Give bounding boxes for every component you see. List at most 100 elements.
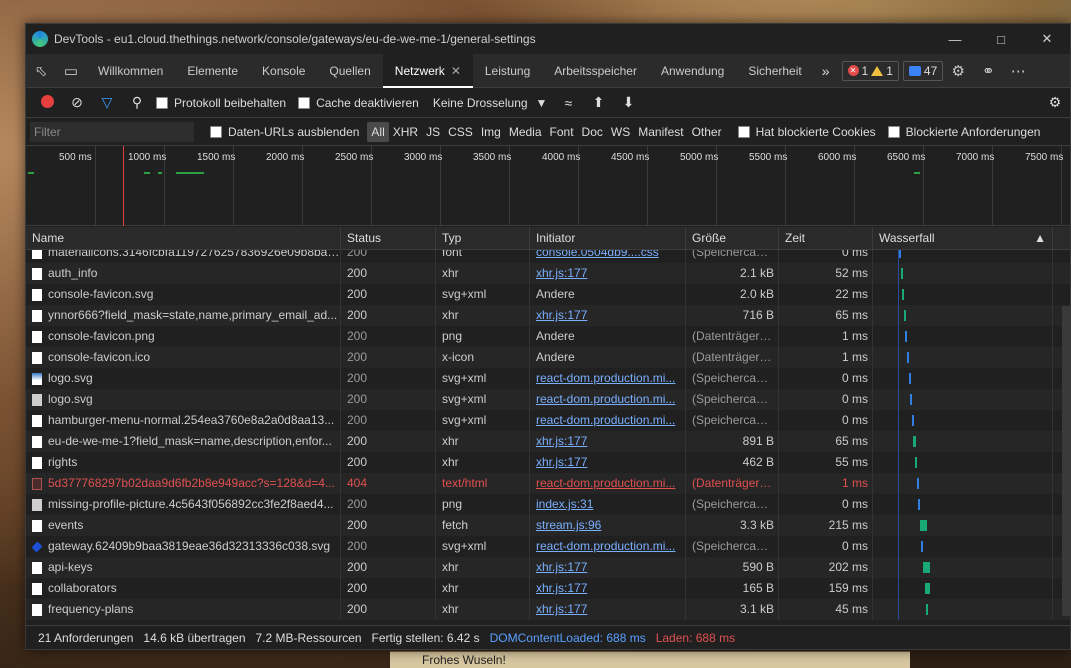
file-icon <box>32 582 42 595</box>
tab-anwendung[interactable]: Anwendung <box>649 54 736 88</box>
tick-label: 4000 ms <box>542 152 581 163</box>
filter-type-media[interactable]: Media <box>505 122 546 142</box>
import-har-icon[interactable]: ⬆ <box>583 94 613 111</box>
cell-time: 55 ms <box>779 452 873 473</box>
column-name[interactable]: Name <box>26 227 341 249</box>
cell-initiator[interactable]: xhr.js:177 <box>530 263 686 284</box>
clear-icon[interactable]: ⊘ <box>62 94 92 111</box>
table-row[interactable]: auth_info 200 xhr xhr.js:177 2.1 kB 52 ms <box>26 263 1070 284</box>
inspect-element-icon[interactable]: ⬁ <box>26 62 56 80</box>
blocked-cookies-checkbox[interactable]: Hat blockierte Cookies <box>737 125 876 139</box>
filter-type-other[interactable]: Other <box>688 122 726 142</box>
export-har-icon[interactable]: ⬇ <box>613 94 643 111</box>
file-icon <box>32 351 42 364</box>
table-row[interactable]: hamburger-menu-normal.254ea3760e8a2a0d8a… <box>26 410 1070 431</box>
error-warning-badge[interactable]: ✕ 1 1 <box>841 60 899 81</box>
scrollbar[interactable] <box>1062 306 1070 616</box>
table-row[interactable]: logo.svg 200 svg+xml react-dom.production.m… <box>26 368 1070 389</box>
filter-type-xhr[interactable]: XHR <box>389 122 422 142</box>
tab-konsole[interactable]: Konsole <box>250 54 317 88</box>
table-row[interactable]: console-favicon.png 200 png Andere (Datenträ… <box>26 326 1070 347</box>
table-row[interactable]: gateway.62409b9baa3819eae36d32313336c038… <box>26 536 1070 557</box>
tab-elemente[interactable]: Elemente <box>175 54 250 88</box>
cell-initiator[interactable]: react-dom.production.mi... <box>530 410 686 431</box>
table-row[interactable]: missing-profile-picture.4c5643f056892cc3… <box>26 494 1070 515</box>
column-size[interactable]: Größe <box>686 227 779 249</box>
record-icon <box>40 94 54 108</box>
table-row[interactable]: logo.svg 200 svg+xml react-dom.production.m… <box>26 389 1070 410</box>
column-type[interactable]: Typ <box>436 227 530 249</box>
cell-status: 200 <box>341 250 436 263</box>
filter-type-doc[interactable]: Doc <box>578 122 607 142</box>
cell-initiator[interactable]: react-dom.production.mi... <box>530 536 686 557</box>
column-initiator[interactable]: Initiator <box>530 227 686 249</box>
table-row[interactable]: rights 200 xhr xhr.js:177 462 B 55 ms <box>26 452 1070 473</box>
filter-type-manifest[interactable]: Manifest <box>634 122 687 142</box>
cell-initiator[interactable]: react-dom.production.mi... <box>530 473 686 494</box>
cell-initiator[interactable]: console.0504db9....css <box>530 250 686 263</box>
table-row[interactable]: events 200 fetch stream.js:96 3.3 kB 215 ms <box>26 515 1070 536</box>
table-row[interactable]: api-keys 200 xhr xhr.js:177 590 B 202 ms <box>26 557 1070 578</box>
cell-initiator[interactable]: xhr.js:177 <box>530 578 686 599</box>
table-row[interactable]: ynnor666?field_mask=state,name,primary_e… <box>26 305 1070 326</box>
settings-gear-icon[interactable]: ⚙ <box>943 62 973 80</box>
tab-arbeitsspeicher[interactable]: Arbeitsspeicher <box>542 54 649 88</box>
maximize-button[interactable]: □ <box>978 32 1024 47</box>
filter-input[interactable] <box>30 121 194 142</box>
hide-data-urls-checkbox[interactable]: Daten-URLs ausblenden <box>210 125 359 139</box>
table-row[interactable]: eu-de-we-me-1?field_mask=name,descriptio… <box>26 431 1070 452</box>
filter-type-img[interactable]: Img <box>477 122 505 142</box>
table-row[interactable]: console-favicon.svg 200 svg+xml Andere 2.0 k… <box>26 284 1070 305</box>
table-row[interactable]: 5d377768297b02daa9d6fb2b8e949acc?s=128&d… <box>26 473 1070 494</box>
device-toolbar-icon[interactable]: ▭ <box>56 62 86 80</box>
tab-netzwerk[interactable]: Netzwerk ✕ <box>382 53 473 88</box>
timeline-overview[interactable]: 500 ms 1000 ms 1500 ms 2000 ms 2500 ms 3000 m… <box>26 146 1070 226</box>
record-button[interactable] <box>32 94 62 111</box>
filter-type-all[interactable]: All <box>367 121 389 142</box>
cell-size: (Speichercache) <box>686 494 779 515</box>
disable-cache-checkbox[interactable]: Cache deaktivieren <box>298 96 419 110</box>
table-row[interactable]: console-favicon.ico 200 x-icon Andere (Daten… <box>26 347 1070 368</box>
cell-initiator[interactable]: react-dom.production.mi... <box>530 368 686 389</box>
cell-initiator[interactable]: xhr.js:177 <box>530 431 686 452</box>
table-row[interactable]: materialicons.3146fcbfa1197276257836926e… <box>26 250 1070 263</box>
network-conditions-icon[interactable]: ≈ <box>553 95 583 111</box>
tab-sicherheit[interactable]: Sicherheit <box>736 54 813 88</box>
network-settings-gear-icon[interactable]: ⚙ <box>1040 94 1070 111</box>
throttling-select[interactable]: Keine Drosselung ▼ <box>427 96 554 110</box>
cell-initiator[interactable]: xhr.js:177 <box>530 557 686 578</box>
table-row[interactable]: frequency-plans 200 xhr xhr.js:177 3.1 kB 45 … <box>26 599 1070 620</box>
column-status[interactable]: Status <box>341 227 436 249</box>
filter-type-css[interactable]: CSS <box>444 122 477 142</box>
filter-icon[interactable]: ▽ <box>92 94 122 111</box>
blocked-requests-checkbox[interactable]: Blockierte Anforderungen <box>887 125 1040 139</box>
more-options-icon[interactable]: ⋯ <box>1003 62 1033 80</box>
tab-quellen[interactable]: Quellen <box>317 54 382 88</box>
messages-badge[interactable]: 47 <box>902 60 944 81</box>
more-tabs-icon[interactable]: » <box>814 63 838 79</box>
cell-initiator[interactable]: xhr.js:177 <box>530 452 686 473</box>
cell-initiator[interactable]: xhr.js:177 <box>530 305 686 326</box>
tab-leistung[interactable]: Leistung <box>473 54 542 88</box>
column-time[interactable]: Zeit <box>779 227 873 249</box>
tick-label: 3500 ms <box>473 152 512 163</box>
request-name: gateway.62409b9baa3819eae36d32313336c038… <box>48 539 331 553</box>
filter-type-font[interactable]: Font <box>546 122 578 142</box>
cell-initiator[interactable]: react-dom.production.mi... <box>530 389 686 410</box>
cell-initiator[interactable]: stream.js:96 <box>530 515 686 536</box>
close-window-button[interactable]: ✕ <box>1024 31 1070 47</box>
minimize-button[interactable]: — <box>932 32 978 47</box>
column-waterfall[interactable]: Wasserfall ▲ <box>873 227 1053 249</box>
filter-type-js[interactable]: JS <box>422 122 444 142</box>
table-row[interactable]: collaborators 200 xhr xhr.js:177 165 B 159 ms <box>26 578 1070 599</box>
filter-type-ws[interactable]: WS <box>607 122 634 142</box>
tab-willkommen[interactable]: Willkommen <box>86 54 175 88</box>
cell-initiator[interactable]: index.js:31 <box>530 494 686 515</box>
cell-initiator[interactable]: xhr.js:177 <box>530 599 686 620</box>
search-icon[interactable]: ⚲ <box>122 94 152 111</box>
tab-label: Leistung <box>484 63 531 78</box>
cell-time: 0 ms <box>779 410 873 431</box>
close-tab-icon[interactable]: ✕ <box>451 64 461 78</box>
preserve-log-checkbox[interactable]: Protokoll beibehalten <box>156 96 286 110</box>
connect-devices-icon[interactable]: ⚭ <box>973 62 1003 80</box>
